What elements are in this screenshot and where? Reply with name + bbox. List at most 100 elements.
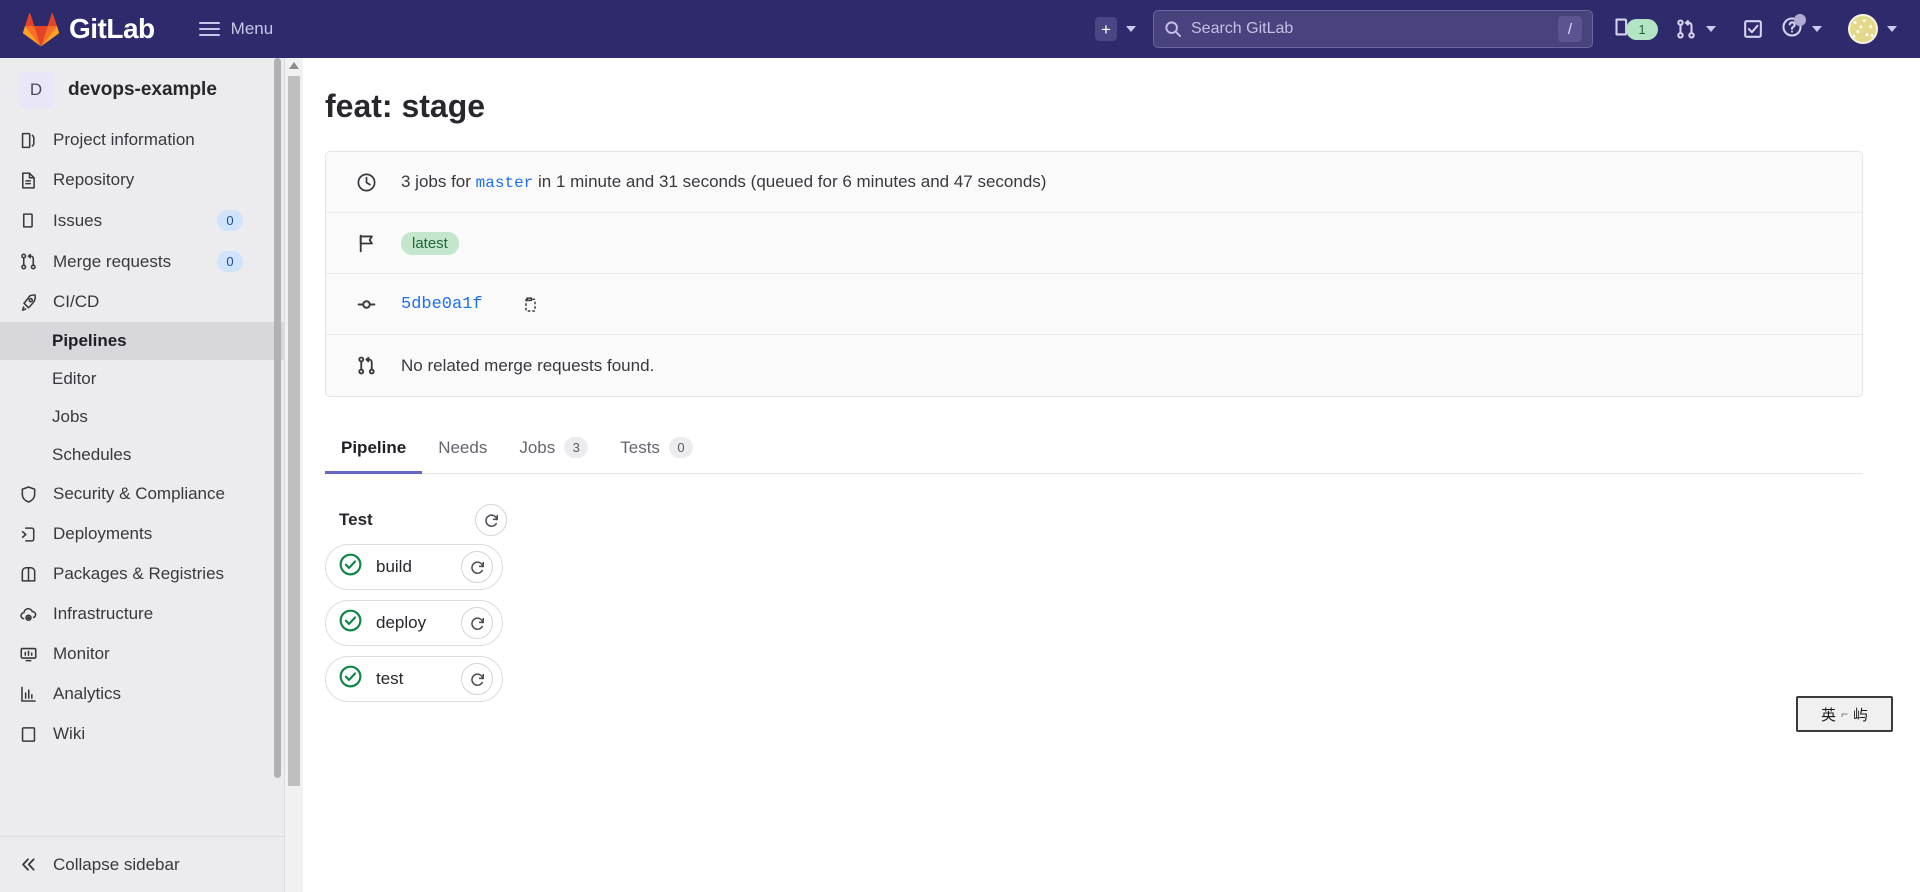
jobs-count-badge: 3 — [564, 437, 589, 458]
user-menu-chevron-down-icon[interactable] — [1887, 26, 1897, 32]
collapse-sidebar-button[interactable]: Collapse sidebar — [0, 836, 284, 892]
sidebar-item-repository[interactable]: Repository — [0, 160, 284, 200]
issues-count-badge: 1 — [1626, 18, 1658, 40]
sidebar-subitem-jobs[interactable]: Jobs — [0, 398, 284, 436]
help-chevron-down-icon[interactable] — [1812, 26, 1822, 32]
check-circle-icon — [338, 552, 363, 582]
job-left-group: build — [338, 552, 412, 582]
main-scrollbar[interactable] — [285, 58, 303, 892]
sidebar-item-packages-registries[interactable]: Packages & Registries — [0, 554, 284, 594]
sidebar-item-merge-requests[interactable]: Merge requests 0 — [0, 241, 284, 282]
tab-label: Jobs — [519, 437, 556, 457]
merge-requests-count-badge: 0 — [217, 251, 243, 272]
sidebar-label: Infrastructure — [53, 604, 154, 623]
merge-requests-chevron-down-icon[interactable] — [1706, 26, 1716, 32]
job-name: test — [376, 669, 404, 688]
tests-count-badge: 0 — [668, 437, 693, 458]
todos-nav-item[interactable] — [1742, 18, 1764, 40]
pipeline-duration-row: 3 jobs for master in 1 minute and 31 sec… — [326, 152, 1862, 213]
tab-label: Pipeline — [341, 438, 407, 457]
sidebar-label: Wiki — [53, 724, 86, 743]
pipeline-job[interactable]: build — [325, 544, 503, 590]
stage-retry-icon[interactable] — [475, 504, 507, 536]
job-left-group: deploy — [338, 608, 426, 638]
sidebar-label: Project information — [53, 130, 195, 149]
ime-lang-label: 英 — [1820, 706, 1836, 724]
search-icon — [1164, 20, 1182, 38]
pipeline-job[interactable]: deploy — [325, 600, 503, 646]
sidebar-item-project-information[interactable]: Project information — [0, 120, 284, 160]
sidebar-label: Packages & Registries — [53, 564, 225, 583]
page-title: feat: stage — [325, 88, 486, 124]
issues-nav-item[interactable]: 1 — [1611, 16, 1658, 43]
project-sidebar: D devops-example Project information Rep… — [0, 58, 285, 892]
sidebar-label: Analytics — [53, 684, 122, 703]
help-nav-item[interactable] — [1781, 13, 1806, 43]
jobs-count-prefix: 3 jobs for — [401, 172, 471, 191]
tab-label: Tests — [620, 437, 660, 457]
job-retry-icon[interactable] — [461, 607, 493, 639]
search-placeholder-text: Search GitLab — [1191, 20, 1294, 37]
duration-suffix: in 1 minute and 31 seconds (queued for 6… — [538, 172, 1047, 191]
sidebar-project-header[interactable]: D devops-example — [0, 58, 284, 120]
sidebar-subitem-schedules[interactable]: Schedules — [0, 436, 284, 474]
pipeline-detail-content: feat: stage 3 jobs for master in 1 minut… — [325, 58, 1895, 712]
sidebar-subitem-pipelines[interactable]: Pipelines — [0, 322, 284, 360]
document-icon — [18, 170, 38, 190]
copy-sha-button[interactable] — [521, 295, 540, 314]
user-avatar[interactable] — [1848, 14, 1878, 44]
ime-separator: ⌐ — [1840, 707, 1848, 721]
pipeline-job[interactable]: test — [325, 656, 503, 702]
issues-icon — [18, 211, 38, 231]
package-icon — [18, 564, 38, 584]
latest-badge: latest — [401, 231, 459, 255]
check-circle-icon — [338, 664, 363, 694]
merge-request-icon — [356, 355, 377, 376]
sidebar-item-wiki[interactable]: Wiki — [0, 714, 284, 754]
sidebar-item-cicd[interactable]: CI/CD — [0, 282, 284, 322]
no-merge-requests-text: No related merge requests found. — [401, 355, 655, 375]
ime-mode-label: 屿 — [1853, 706, 1869, 724]
menu-label: Menu — [230, 19, 274, 38]
sidebar-item-analytics[interactable]: Analytics — [0, 674, 284, 714]
sidebar-item-issues[interactable]: Issues 0 — [0, 200, 284, 241]
job-name: build — [376, 557, 412, 576]
tab-needs[interactable]: Needs — [422, 428, 503, 474]
project-avatar: D — [18, 72, 54, 108]
sidebar-item-security-compliance[interactable]: Security & Compliance — [0, 474, 284, 514]
ime-language-indicator[interactable]: 英 ⌐ 屿 — [1796, 696, 1893, 732]
scroll-up-arrow-icon[interactable] — [289, 62, 299, 69]
gitlab-logo-icon[interactable] — [22, 11, 60, 47]
pipeline-ref-link[interactable]: master — [476, 174, 534, 192]
sidebar-item-deployments[interactable]: Deployments — [0, 514, 284, 554]
tab-pipeline[interactable]: Pipeline — [325, 428, 423, 474]
sidebar-scrollbar[interactable] — [274, 58, 281, 778]
new-item-button[interactable]: + — [1095, 17, 1117, 41]
commit-sha-link[interactable]: 5dbe0a1f — [401, 295, 483, 314]
sidebar-scroll-area: D devops-example Project information Rep… — [0, 58, 284, 836]
sidebar-item-infrastructure[interactable]: Infrastructure — [0, 594, 284, 634]
tab-tests[interactable]: Tests 0 — [604, 427, 709, 474]
rocket-icon — [18, 292, 38, 312]
check-circle-icon — [338, 608, 363, 638]
sidebar-subitem-editor[interactable]: Editor — [0, 360, 284, 398]
sidebar-item-monitor[interactable]: Monitor — [0, 634, 284, 674]
sidebar-label: Merge requests — [53, 251, 172, 271]
job-retry-icon[interactable] — [461, 551, 493, 583]
job-retry-icon[interactable] — [461, 663, 493, 695]
sidebar-label: Issues — [53, 210, 103, 230]
merge-request-icon — [18, 252, 38, 272]
sidebar-label: Monitor — [53, 644, 110, 663]
tab-jobs[interactable]: Jobs 3 — [503, 427, 604, 474]
search-input[interactable]: Search GitLab / — [1153, 10, 1593, 48]
merge-requests-nav-item[interactable] — [1675, 18, 1697, 40]
pipeline-stage-column: Test build deploy test — [325, 496, 515, 702]
stage-header: Test — [325, 496, 515, 544]
sidebar-label: Security & Compliance — [53, 484, 225, 503]
sidebar-label: Repository — [53, 170, 135, 189]
top-navigation-bar: GitLab Menu + Search GitLab / 1 — [0, 0, 1920, 58]
scrollbar-thumb[interactable] — [288, 76, 300, 786]
main-menu-button[interactable]: Menu — [191, 13, 282, 45]
new-item-chevron-down-icon[interactable] — [1126, 26, 1136, 32]
sidebar-label: CI/CD — [53, 292, 100, 311]
